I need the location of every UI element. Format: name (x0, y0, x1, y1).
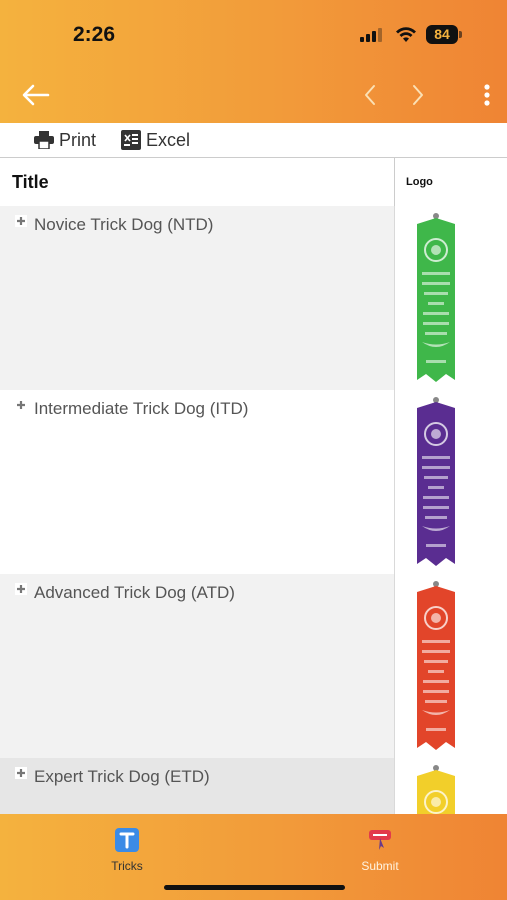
tab-tricks-label: Tricks (111, 859, 143, 873)
tricks-icon (115, 828, 139, 852)
ribbon-shape (417, 402, 455, 566)
column-divider (394, 574, 395, 758)
export-toolbar: Print Excel (0, 123, 507, 158)
home-indicator (164, 885, 345, 890)
row-title[interactable]: Intermediate Trick Dog (ITD) (34, 399, 248, 419)
award-ribbon-icon (417, 397, 455, 566)
expand-plus-icon[interactable] (15, 583, 27, 595)
excel-button[interactable]: Excel (121, 126, 190, 154)
excel-label: Excel (146, 129, 191, 150)
battery-tip (459, 31, 462, 38)
previous-chevron-icon[interactable] (360, 82, 380, 108)
column-header-logo: Logo (406, 176, 433, 188)
submit-icon (369, 830, 391, 850)
table-row[interactable]: Expert Trick Dog (ETD) (0, 758, 507, 814)
cellular-signal-icon (360, 28, 382, 42)
table-row[interactable]: Novice Trick Dog (NTD) (0, 206, 507, 391)
ribbon-shape (417, 218, 455, 382)
print-button[interactable]: Print (34, 126, 96, 154)
award-ribbon-icon (417, 581, 455, 750)
tab-tricks[interactable]: Tricks (77, 828, 177, 873)
next-chevron-icon[interactable] (408, 82, 428, 108)
status-time: 2:26 (73, 23, 116, 46)
row-title[interactable]: Expert Trick Dog (ETD) (34, 767, 210, 787)
battery-indicator: 84 (426, 25, 458, 44)
column-divider (394, 206, 395, 390)
column-header-title: Title (12, 172, 49, 192)
tricks-table: Title Logo Novice Trick Dog (NTD) Interm… (0, 157, 507, 814)
column-divider (394, 390, 395, 574)
wifi-icon (396, 27, 416, 42)
print-label: Print (59, 129, 97, 150)
table-header: Title Logo (0, 157, 507, 208)
app-header: 2:26 84 (0, 0, 507, 123)
table-row[interactable]: Advanced Trick Dog (ATD) (0, 574, 507, 759)
expand-plus-icon[interactable] (15, 399, 27, 411)
status-bar: 2:26 84 (0, 18, 507, 54)
ribbon-shape (417, 586, 455, 750)
row-title[interactable]: Advanced Trick Dog (ATD) (34, 583, 235, 603)
expand-plus-icon[interactable] (15, 215, 27, 227)
table-row[interactable]: Intermediate Trick Dog (ITD) (0, 390, 507, 575)
back-arrow-icon[interactable] (20, 82, 50, 108)
excel-icon (121, 130, 141, 150)
award-ribbon-icon (417, 765, 455, 814)
column-divider (394, 758, 395, 814)
more-vertical-icon[interactable] (478, 82, 496, 108)
printer-icon (34, 131, 54, 149)
tab-submit-label: Submit (361, 859, 399, 873)
column-divider (394, 158, 395, 206)
award-ribbon-icon (417, 213, 455, 382)
row-title[interactable]: Novice Trick Dog (NTD) (34, 215, 213, 235)
tab-submit[interactable]: Submit (330, 828, 430, 873)
expand-plus-icon[interactable] (15, 767, 27, 779)
